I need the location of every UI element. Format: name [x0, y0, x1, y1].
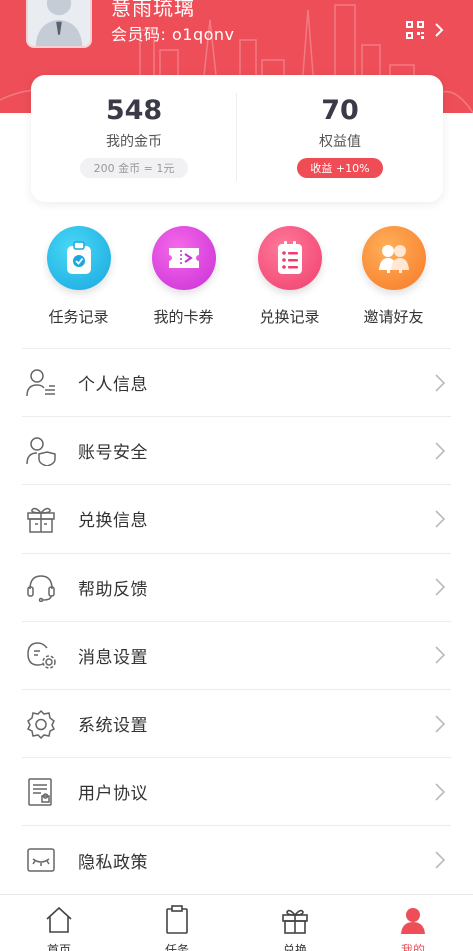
nav-home[interactable]: 首页 — [29, 905, 89, 951]
nav-label: 任务 — [164, 943, 189, 951]
menu-item-message-settings[interactable]: 消息设置 — [22, 622, 451, 690]
gift-box-icon — [24, 502, 58, 536]
eye-closed-icon — [24, 843, 58, 877]
chevron-right-icon — [435, 714, 446, 733]
nav-mine[interactable]: 我的 — [383, 905, 443, 951]
equity-label: 权益值 — [319, 134, 361, 150]
action-label: 我的卡券 — [153, 308, 214, 326]
action-label: 兑换记录 — [259, 308, 320, 326]
qr-code-button[interactable] — [406, 18, 452, 42]
user-info-icon — [24, 366, 58, 400]
qr-code-icon — [406, 21, 424, 39]
menu-item-user-agreement[interactable]: 用户协议 — [22, 758, 451, 827]
person-icon — [401, 908, 425, 934]
menu-item-privacy-policy[interactable]: 隐私政策 — [22, 826, 451, 894]
menu-label: 系统设置 — [78, 716, 148, 737]
chevron-right-icon — [435, 442, 446, 460]
quick-actions: 任务记录 我的卡券 兑换记录 邀请好友 — [0, 226, 473, 336]
action-my-coupons[interactable]: 我的卡券 — [131, 226, 236, 327]
nav-label: 首页 — [46, 943, 71, 951]
action-exchange-records[interactable]: 兑换记录 — [237, 226, 342, 327]
coins-value: 548 — [105, 95, 163, 126]
menu-label: 消息设置 — [78, 647, 148, 668]
settings-menu: 个人信息 账号安全 兑换信息 帮助反馈 消息设置 系统设置 用户协议 隐私政策 — [22, 349, 451, 895]
coins-rate-badge: 200 金币 = 1元 — [79, 158, 189, 178]
nav-exchange[interactable]: 兑换 — [265, 905, 325, 951]
menu-item-personal-info[interactable]: 个人信息 — [22, 349, 451, 418]
menu-label: 个人信息 — [78, 375, 148, 396]
avatar-person-icon — [35, 0, 83, 46]
gift-icon — [282, 909, 308, 934]
coins-label: 我的金币 — [106, 134, 162, 150]
stats-card: 548 我的金币 200 金币 = 1元 70 权益值 收益 +10% — [31, 75, 443, 202]
equity-stat[interactable]: 70 权益值 收益 +10% — [237, 75, 443, 202]
menu-label: 账号安全 — [78, 443, 148, 464]
chevron-right-icon — [435, 851, 446, 869]
headset-icon — [24, 570, 58, 604]
list-icon — [257, 226, 322, 290]
menu-label: 隐私政策 — [78, 852, 148, 873]
friends-icon — [361, 226, 426, 290]
chevron-right-icon — [435, 578, 446, 596]
bottom-nav: 首页 任务 兑换 我的 — [0, 894, 473, 951]
username: 意雨琉璃 — [111, 0, 195, 20]
chevron-right-icon — [435, 783, 446, 801]
message-settings-icon — [24, 638, 58, 672]
ticket-icon — [151, 226, 216, 290]
action-label: 邀请好友 — [363, 308, 424, 326]
chevron-right-icon — [435, 510, 446, 528]
chevron-right-icon — [435, 646, 446, 664]
clipboard-icon — [166, 905, 188, 934]
menu-item-account-security[interactable]: 账号安全 — [22, 417, 451, 486]
nav-tasks[interactable]: 任务 — [147, 905, 207, 951]
action-task-records[interactable]: 任务记录 — [26, 226, 131, 327]
member-code: 会员码: o1qonv — [111, 25, 235, 44]
avatar[interactable] — [26, 0, 92, 48]
chevron-right-icon — [435, 23, 444, 37]
nav-label: 我的 — [400, 943, 425, 951]
menu-item-exchange-info[interactable]: 兑换信息 — [22, 485, 451, 554]
equity-value: 70 — [321, 95, 359, 126]
menu-item-help-feedback[interactable]: 帮助反馈 — [22, 554, 451, 622]
task-clipboard-icon — [46, 226, 111, 290]
gear-icon — [24, 707, 58, 741]
menu-label: 用户协议 — [78, 784, 148, 805]
equity-badge: 收益 +10% — [297, 158, 383, 178]
home-icon — [46, 906, 72, 933]
menu-label: 兑换信息 — [78, 511, 148, 532]
menu-item-system-settings[interactable]: 系统设置 — [22, 690, 451, 759]
menu-label: 帮助反馈 — [78, 579, 148, 600]
action-invite-friends[interactable]: 邀请好友 — [341, 226, 446, 327]
user-shield-icon — [24, 434, 58, 468]
nav-label: 兑换 — [282, 943, 307, 951]
coins-stat[interactable]: 548 我的金币 200 金币 = 1元 — [31, 75, 237, 202]
chevron-right-icon — [435, 374, 446, 392]
action-label: 任务记录 — [48, 308, 109, 326]
document-icon — [24, 775, 58, 809]
